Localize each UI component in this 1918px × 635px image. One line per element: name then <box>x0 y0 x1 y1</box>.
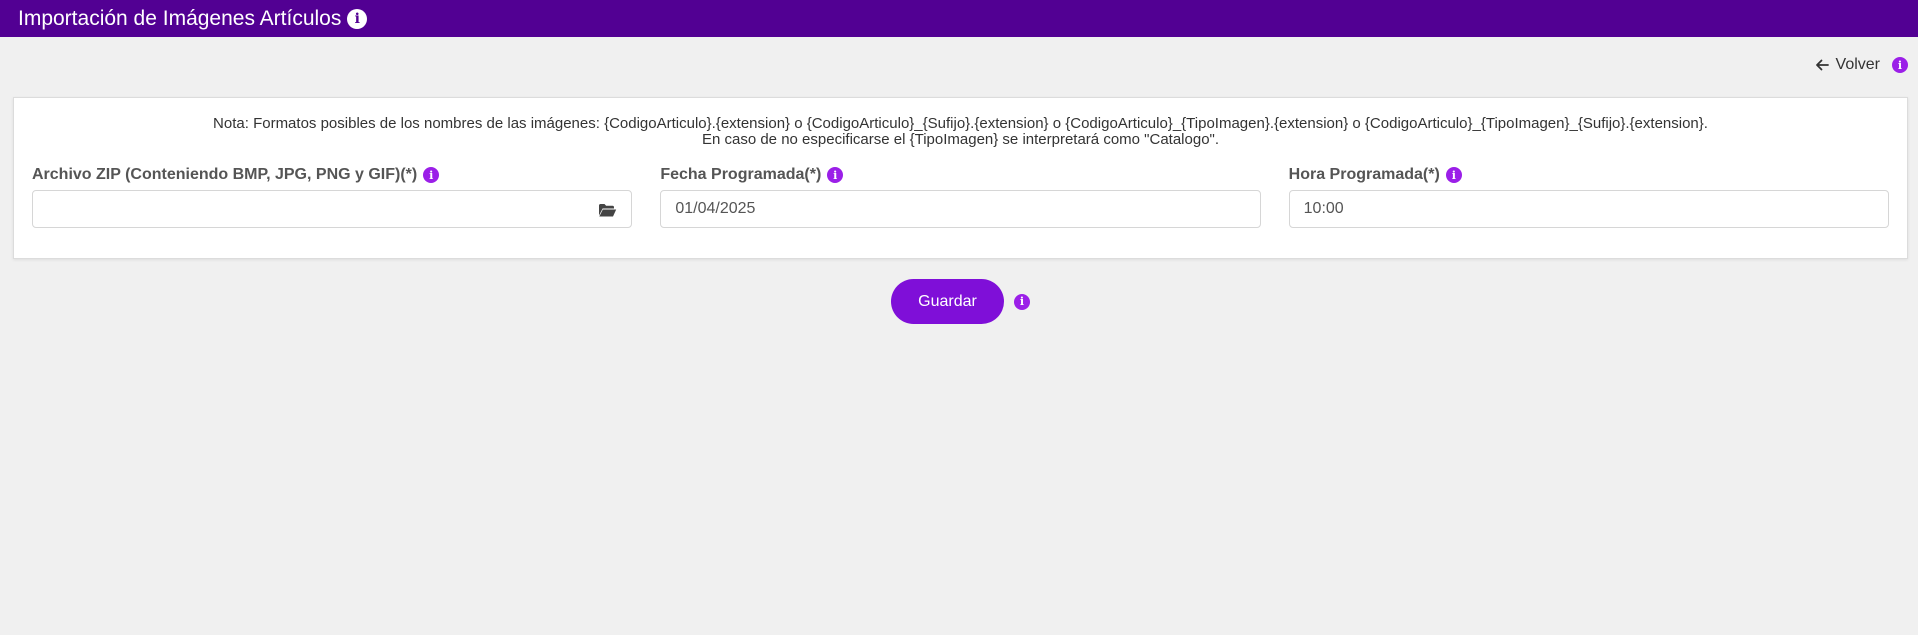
app-header: Importación de Imágenes Artículos i <box>0 0 1918 37</box>
info-icon[interactable]: i <box>347 9 368 29</box>
date-field-label: Fecha Programada(*) <box>660 166 822 183</box>
time-value: 10:00 <box>1303 200 1344 217</box>
info-icon[interactable]: i <box>1445 167 1462 183</box>
zip-field-label-row: Archivo ZIP (Conteniendo BMP, JPG, PNG y… <box>32 165 632 185</box>
back-row: Volver i <box>1815 56 1908 74</box>
date-field-group: Fecha Programada(*) i 01/04/2025 <box>660 165 1261 228</box>
save-row: Guardar i <box>891 279 1030 324</box>
format-note-line2: En caso de no especificarse el {TipoImag… <box>701 131 1220 148</box>
arrow-left-icon <box>1815 59 1829 71</box>
page-title: Importación de Imágenes Artículos <box>18 7 342 30</box>
save-button[interactable]: Guardar <box>891 279 1004 324</box>
info-icon[interactable]: i <box>1014 293 1030 310</box>
info-icon[interactable]: i <box>1892 57 1908 73</box>
date-input[interactable]: 01/04/2025 <box>660 190 1261 228</box>
time-input[interactable]: 10:00 <box>1288 190 1889 228</box>
zip-file-input[interactable] <box>32 190 633 228</box>
back-link[interactable]: Volver <box>1815 56 1880 74</box>
time-field-label-row: Hora Programada(*) i <box>1289 165 1889 185</box>
zip-field-group: Archivo ZIP (Conteniendo BMP, JPG, PNG y… <box>32 165 633 228</box>
import-form-card: Nota: Formatos posibles de los nombres d… <box>13 97 1908 259</box>
format-note: Nota: Formatos posibles de los nombres d… <box>14 98 1907 148</box>
folder-open-icon[interactable] <box>598 202 617 218</box>
back-label: Volver <box>1835 56 1880 73</box>
info-icon[interactable]: i <box>827 167 844 183</box>
date-value: 01/04/2025 <box>675 200 756 217</box>
info-icon[interactable]: i <box>423 167 440 183</box>
format-note-line1: Nota: Formatos posibles de los nombres d… <box>213 115 1708 132</box>
form-fields: Archivo ZIP (Conteniendo BMP, JPG, PNG y… <box>32 165 1889 228</box>
date-field-label-row: Fecha Programada(*) i <box>660 165 1260 185</box>
time-field-label: Hora Programada(*) <box>1288 166 1440 183</box>
zip-field-label: Archivo ZIP (Conteniendo BMP, JPG, PNG y… <box>32 166 418 183</box>
time-field-group: Hora Programada(*) i 10:00 <box>1288 165 1889 228</box>
